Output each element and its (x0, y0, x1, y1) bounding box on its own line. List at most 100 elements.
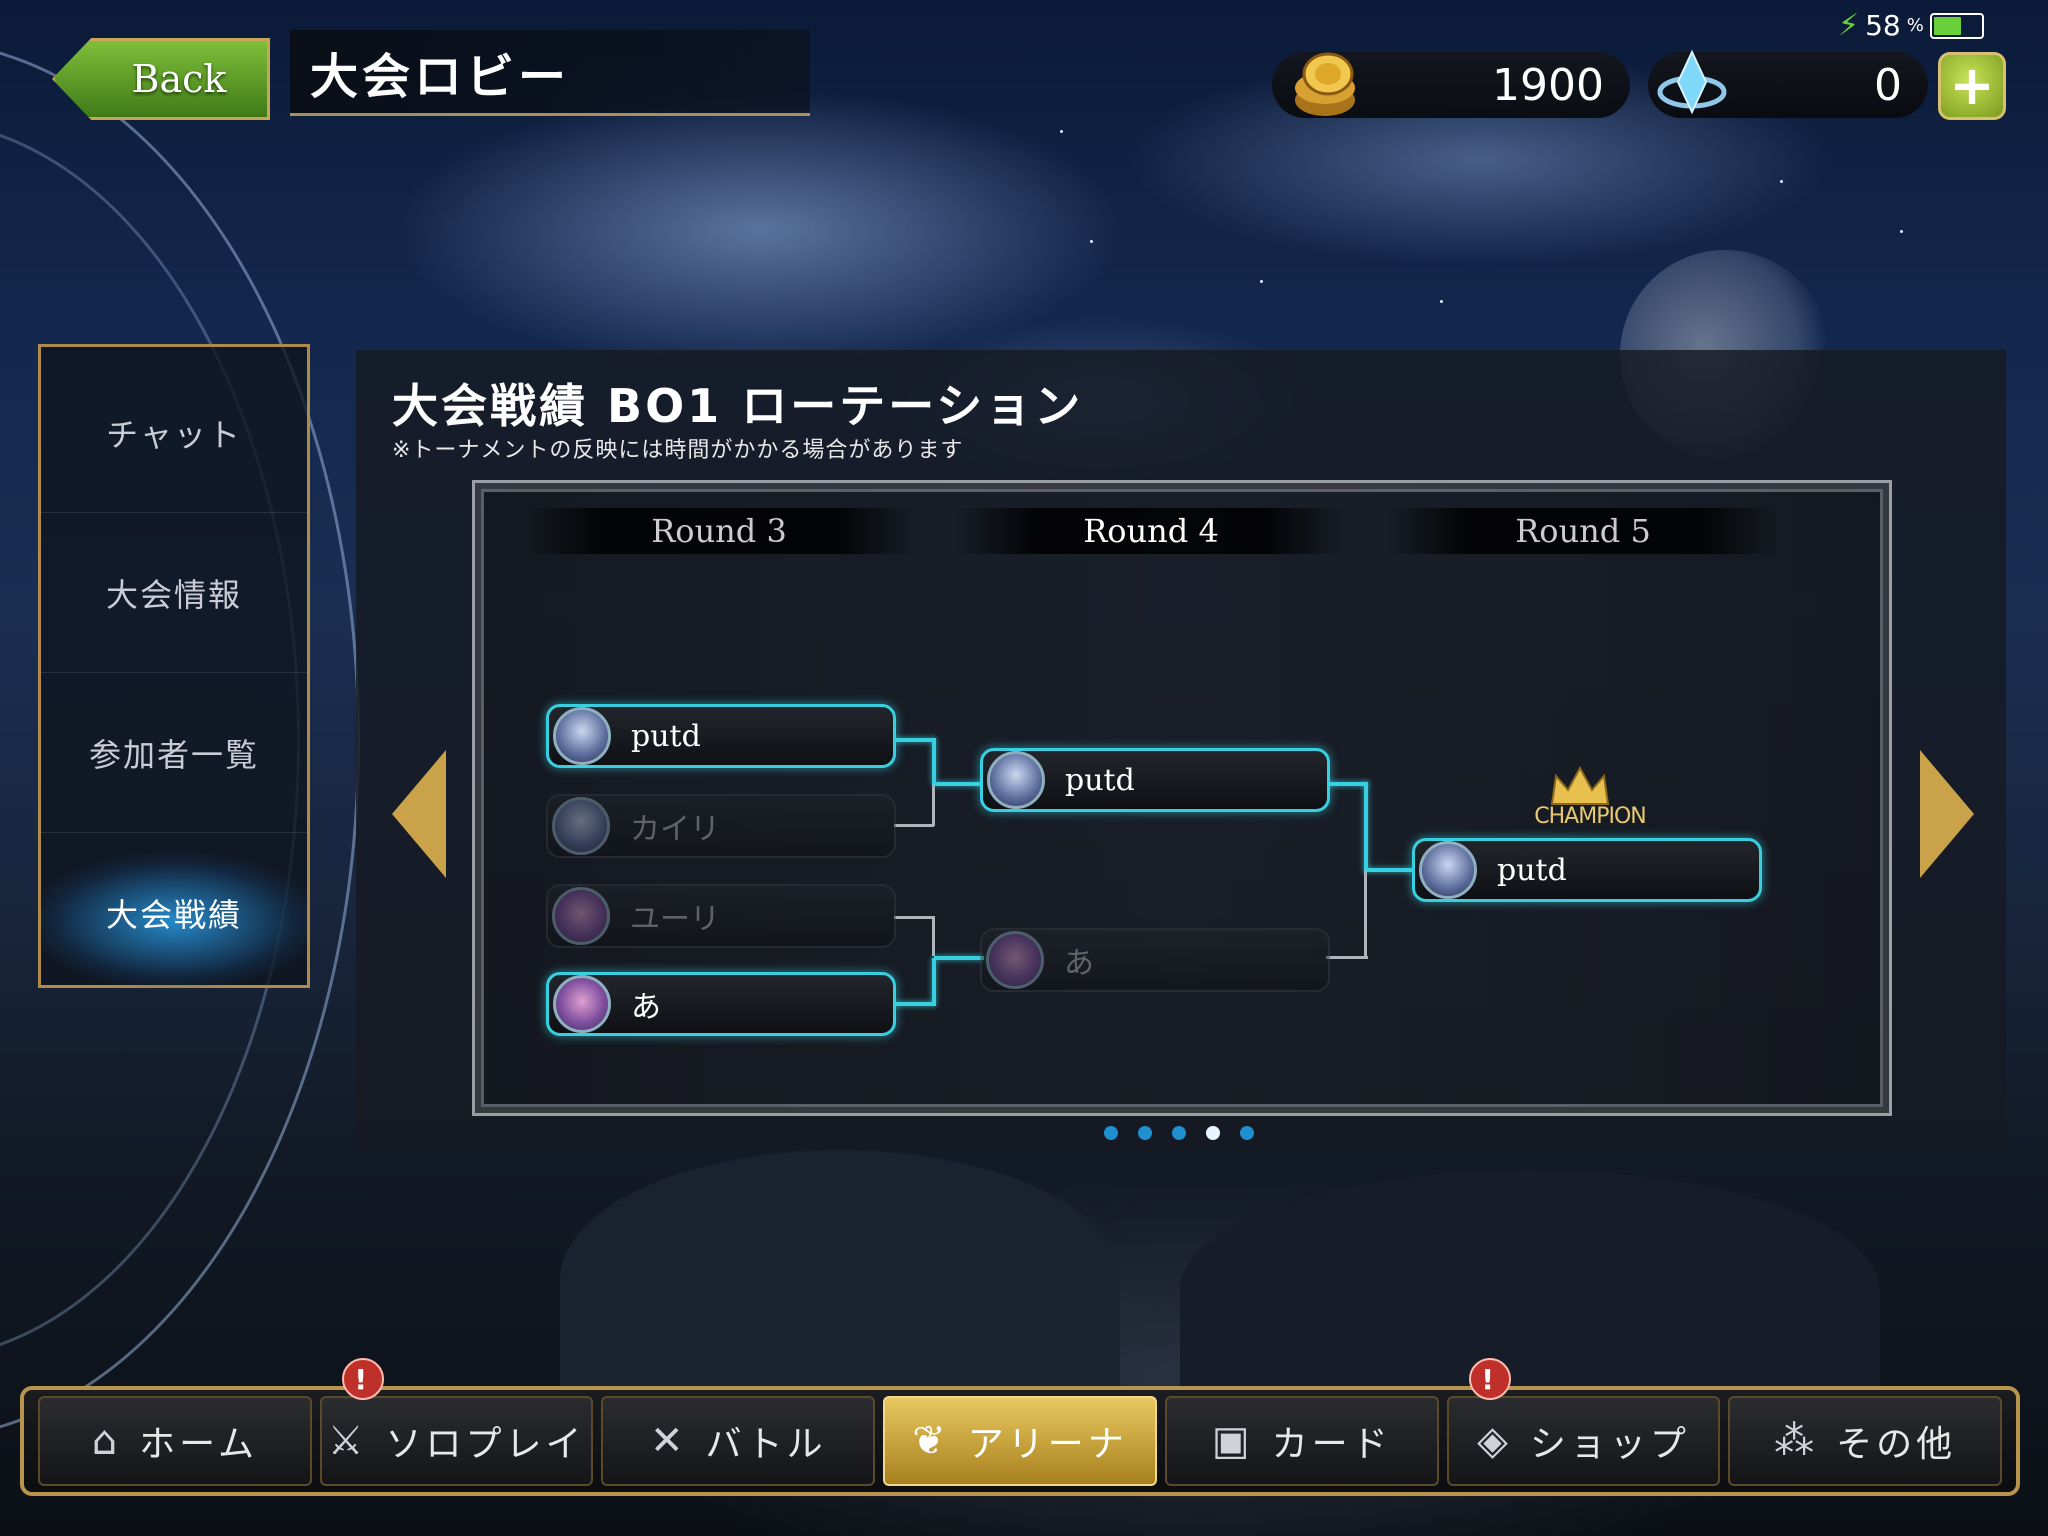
bracket-slot[interactable]: あ (546, 972, 896, 1036)
page-dot[interactable] (1138, 1126, 1152, 1140)
bracket-line (932, 958, 936, 1006)
battle-icon: ✕ (649, 1418, 688, 1464)
mountain (1180, 1170, 1880, 1410)
player-avatar (553, 707, 611, 765)
side-item-label: 大会情報 (105, 575, 242, 614)
add-crystal-button[interactable]: + (1938, 52, 2006, 120)
side-item-tournament-info[interactable]: 大会情報 (41, 513, 307, 673)
side-item-label: 参加者一覧 (88, 735, 259, 774)
alert-badge: ! (1468, 1358, 1511, 1400)
bracket-line (1326, 956, 1368, 959)
nav-label: その他 (1836, 1424, 1957, 1465)
round-header-5: Round 5 (1388, 508, 1778, 554)
bracket-line (894, 738, 934, 742)
bracket-line (932, 916, 935, 956)
star (1440, 300, 1443, 303)
round-header-3: Round 3 (524, 508, 914, 554)
back-label: Back (131, 57, 227, 101)
page-dot[interactable] (1172, 1126, 1186, 1140)
round-header-4: Round 4 (956, 508, 1346, 554)
nav-shop[interactable]: ! ◈ ショップ (1446, 1358, 1721, 1486)
player-avatar (553, 975, 611, 1033)
back-button[interactable]: Back (52, 38, 270, 120)
side-item-results[interactable]: 大会戦績 (41, 833, 307, 993)
player-name: putd (631, 718, 701, 754)
page-dot[interactable] (1206, 1126, 1220, 1140)
player-avatar (1419, 841, 1477, 899)
bracket-slot[interactable]: ユーリ (546, 884, 896, 948)
charging-icon: ⚡ (1838, 8, 1860, 43)
bracket-line (932, 738, 936, 784)
bracket-slot-champion[interactable]: putd (1412, 838, 1762, 902)
nav-card[interactable]: ▣ カード (1164, 1396, 1439, 1486)
nav-label: ソロプレイ (385, 1424, 586, 1465)
next-page-arrow-icon[interactable] (1920, 750, 1974, 878)
player-avatar (552, 797, 610, 855)
panel-note: ※トーナメントの反映には時間がかかる場合があります (392, 438, 964, 463)
player-avatar (552, 887, 610, 945)
side-item-participants[interactable]: 参加者一覧 (41, 673, 307, 833)
star (1780, 180, 1783, 183)
side-item-label: チャット (106, 415, 242, 454)
page-title-bar: 大会ロビー (290, 30, 810, 116)
champion-label: CHAMPION (1534, 804, 1646, 829)
player-name: putd (1497, 852, 1567, 888)
bracket-line (894, 824, 934, 827)
card-icon: ▣ (1211, 1418, 1254, 1464)
player-name: あ (631, 990, 661, 1025)
battery-percent: 58 (1865, 9, 1901, 42)
bracket-line (934, 782, 984, 786)
bracket-slot[interactable]: putd (980, 748, 1330, 812)
panel-title: 大会戦績 BO1 ローテーション (392, 379, 1084, 433)
crown-icon (1550, 765, 1610, 805)
player-name: putd (1065, 762, 1135, 798)
nav-home[interactable]: ⌂ ホーム (38, 1396, 312, 1486)
nav-label: ホーム (139, 1424, 259, 1465)
solo-icon: ⚔ (327, 1418, 368, 1464)
page-dot[interactable] (1240, 1126, 1254, 1140)
bracket-line (1364, 782, 1368, 872)
crystal-icon (1657, 49, 1727, 115)
page-indicator (1104, 1126, 1254, 1140)
side-item-label: 大会戦績 (105, 896, 242, 934)
side-menu: チャット 大会情報 参加者一覧 大会戦績 (38, 344, 310, 993)
alert-badge: ! (341, 1358, 384, 1400)
nav-solo-play[interactable]: ! ⚔ ソロプレイ (319, 1358, 594, 1486)
nav-arena[interactable]: ❦ アリーナ (883, 1396, 1157, 1486)
player-avatar (986, 931, 1044, 989)
bracket-line (1326, 782, 1368, 786)
nav-other[interactable]: ⁂ その他 (1728, 1396, 2003, 1486)
battery-fill (1933, 16, 1961, 35)
crystal-value: 0 (1874, 59, 1902, 111)
side-item-chat[interactable]: チャット (41, 353, 307, 513)
battery-unit: % (1906, 15, 1924, 36)
arena-icon: ❦ (912, 1418, 950, 1464)
nav-label: バトル (705, 1424, 827, 1465)
bracket-line (932, 784, 935, 826)
bracket-slot[interactable]: putd (546, 704, 896, 768)
bracket-line (1366, 868, 1416, 872)
shop-icon: ◈ (1477, 1418, 1512, 1464)
bracket-line (894, 1002, 934, 1006)
plus-icon: + (1949, 54, 1995, 117)
bracket-slot[interactable]: カイリ (546, 794, 896, 858)
player-avatar (987, 751, 1045, 809)
bracket-line (894, 916, 934, 919)
nav-label: ショップ (1529, 1424, 1690, 1465)
bracket-slot[interactable]: あ (980, 928, 1330, 992)
battery-status: ⚡ 58% (1838, 8, 1984, 43)
home-icon: ⌂ (91, 1418, 122, 1464)
bottom-nav: ⌂ ホーム ! ⚔ ソロプレイ ✕ バトル ❦ アリーナ ▣ カード ! ◈ ショップ ⁂ その他 (20, 1358, 2020, 1496)
mountain (560, 1150, 1120, 1410)
page-dot[interactable] (1104, 1126, 1118, 1140)
bracket-line (1364, 870, 1367, 958)
battery-icon (1929, 12, 1984, 39)
player-name: あ (1064, 946, 1094, 981)
prev-page-arrow-icon[interactable] (392, 750, 446, 878)
page-title: 大会ロビー (310, 48, 571, 105)
nav-battle[interactable]: ✕ バトル (601, 1396, 876, 1486)
nav-label: カード (1271, 1424, 1392, 1465)
star (1900, 230, 1903, 233)
bracket-line (934, 956, 984, 960)
player-name: ユーリ (630, 902, 720, 937)
